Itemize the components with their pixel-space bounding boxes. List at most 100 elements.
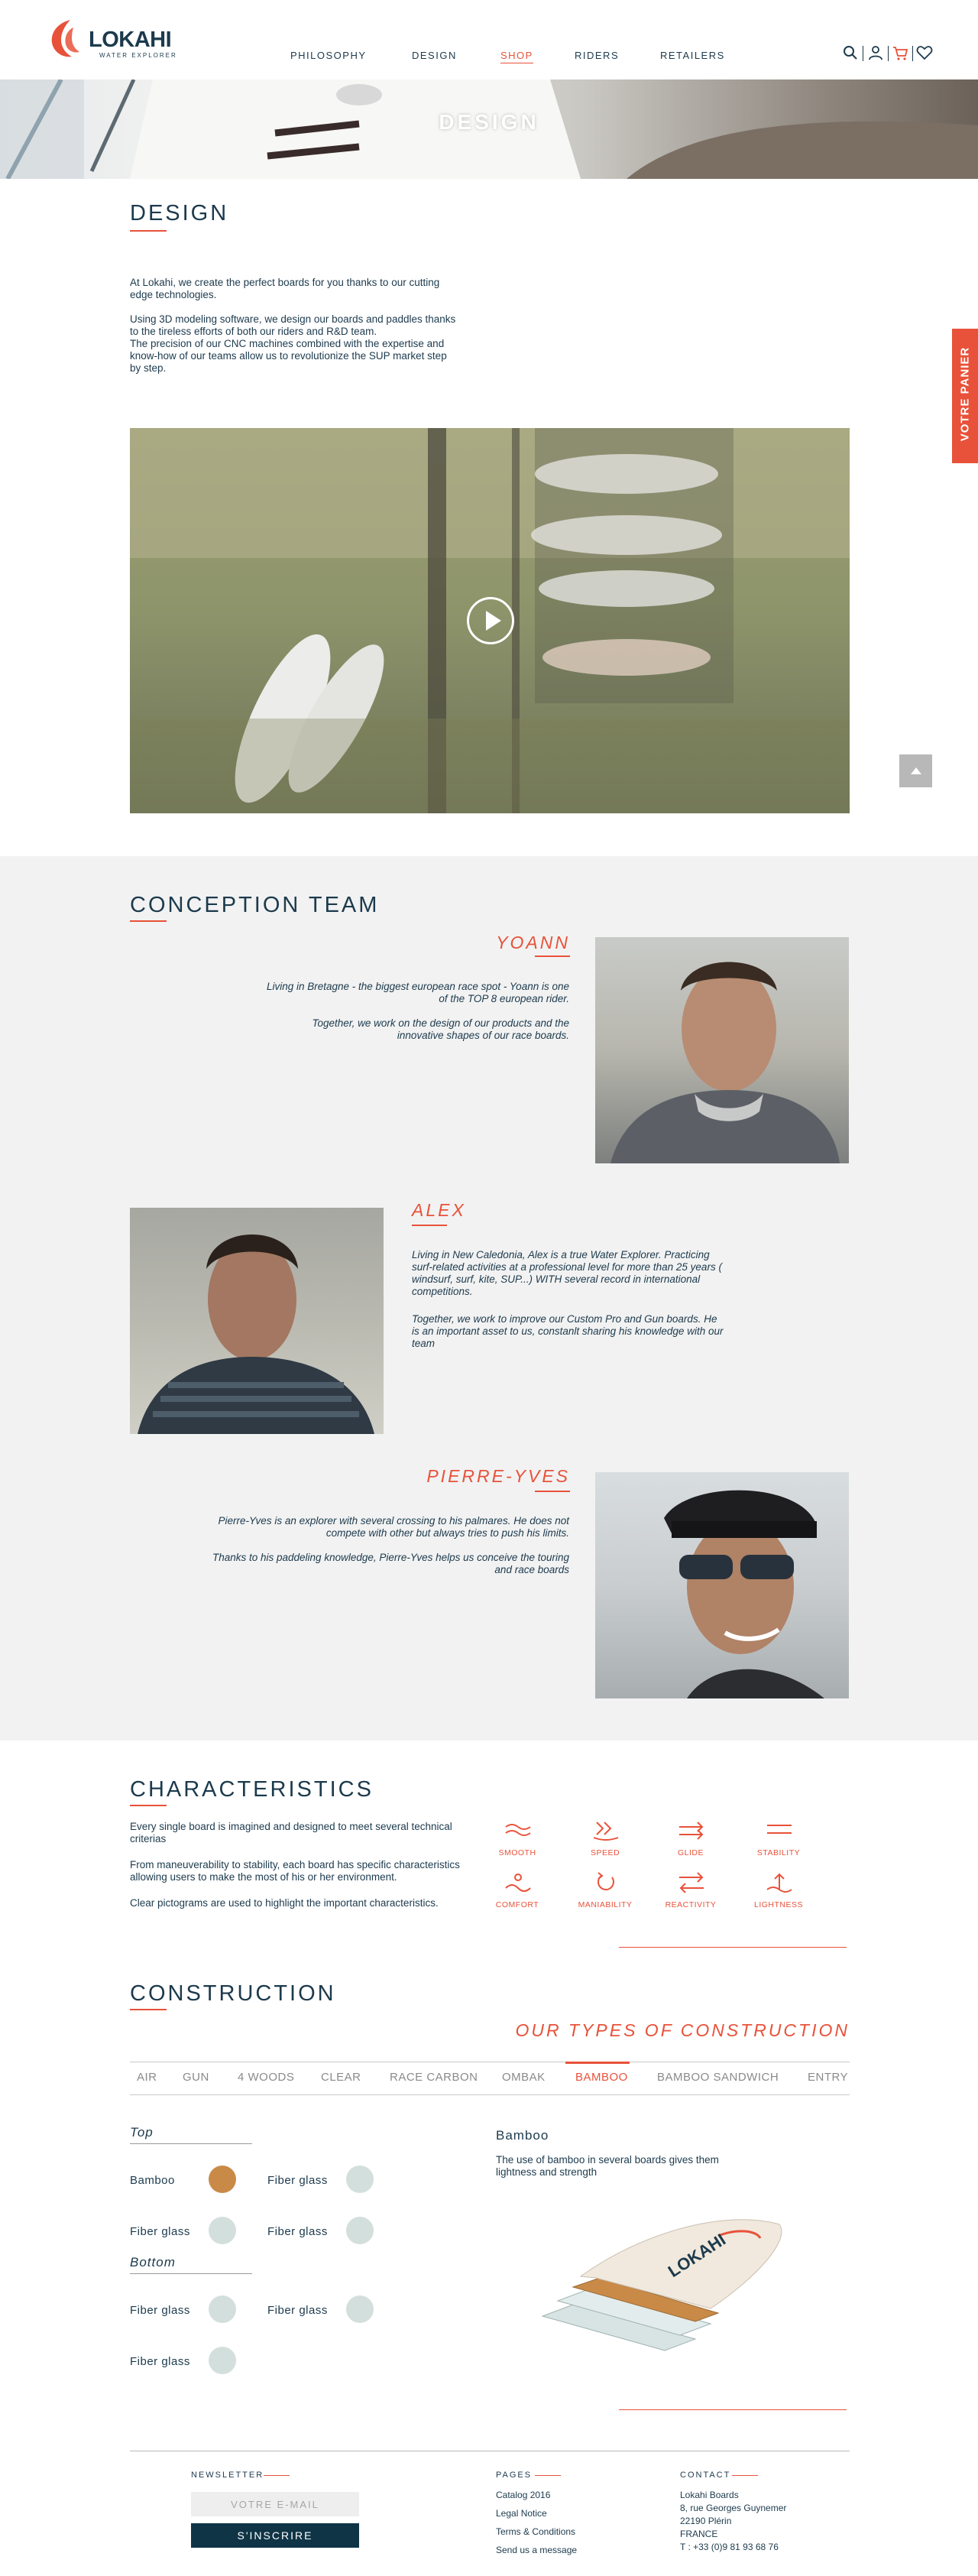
footer-link-legal[interactable]: Legal Notice [496,2507,547,2520]
lightness-icon [766,1873,792,1893]
char-comfort[interactable]: COMFORT [487,1870,548,1913]
fiber-glass-swatch [209,2347,236,2374]
title-underline [130,1805,167,1806]
tab-entry[interactable]: ENTRY [808,2071,848,2084]
tab-4-woods[interactable]: 4 WOODS [238,2071,294,2084]
characteristics-paragraph: Every single board is imagined and desig… [130,1821,452,1844]
brand-name: LOKAHI [89,28,172,52]
design-paragraph: The precision of our CNC machines combin… [130,338,447,374]
tab-gun[interactable]: GUN [183,2071,209,2084]
footer-heading-underline [535,2475,561,2476]
char-glide[interactable]: GLIDE [660,1818,721,1861]
user-icon[interactable] [867,44,884,61]
play-button[interactable] [467,597,514,644]
tab-air[interactable]: AIR [137,2071,157,2084]
member-bio: Together, we work on the design of our p… [312,1017,569,1041]
section-divider [619,1947,847,1948]
design-video[interactable] [130,428,850,813]
layer-label: Fiber glass [267,2174,328,2187]
team-title: CONCEPTION TEAM [130,893,380,917]
fiber-glass-swatch [209,2217,236,2244]
site-header: LOKAHI WATER EXPLORER PHILOSOPHY DESIGN … [0,0,978,79]
member-bio: Pierre-Yves is an explorer with several … [218,1515,569,1539]
tab-clear[interactable]: CLEAR [321,2071,361,2084]
characteristics-paragraph: Clear pictograms are used to highlight t… [130,1897,439,1909]
layer-label: Fiber glass [130,2225,190,2238]
subscribe-button[interactable]: S'INSCRIRE [191,2523,359,2548]
name-underline [535,1491,570,1492]
speed-icon [593,1822,619,1841]
heading-underline [130,2143,252,2144]
scroll-to-top-button[interactable] [899,754,932,787]
footer-link-contact[interactable]: Send us a message [496,2544,577,2557]
construction-detail-title: Bamboo [496,2128,549,2143]
characteristics-paragraph: From maneuverability to stability, each … [130,1859,460,1883]
tabs-bottom-line [130,2094,850,2095]
title-underline [130,2009,167,2010]
char-label: GLIDE [677,1848,704,1857]
char-smooth[interactable]: SMOOTH [487,1818,548,1861]
footer-link-terms[interactable]: Terms & Conditions [496,2526,575,2539]
tab-race-carbon[interactable]: RACE CARBON [390,2071,478,2084]
char-speed[interactable]: SPEED [575,1818,636,1861]
design-title: DESIGN [130,201,229,225]
search-icon[interactable] [842,44,859,61]
newsletter-title: NEWSLETTER [191,2471,264,2480]
layer-label: Fiber glass [130,2304,190,2317]
hero-banner: DESIGN [0,79,978,179]
member-name-pierre-yves: PIERRE-YVES [426,1466,570,1486]
title-underline [130,920,167,922]
top-layers-heading: Top [130,2125,154,2140]
maniability-icon [597,1872,614,1890]
fiber-glass-swatch [346,2166,374,2193]
heading-underline [130,2273,252,2274]
char-stability[interactable]: STABILITY [748,1818,809,1861]
header-divider [912,46,913,61]
char-label: LIGHTNESS [753,1900,803,1909]
char-label: STABILITY [756,1848,801,1857]
char-label: SPEED [590,1848,620,1857]
contact-phone: T : +33 (0)9 81 93 68 76 [680,2542,779,2552]
bottom-layers-heading: Bottom [130,2255,176,2269]
contact-line: Lokahi Boards [680,2490,739,2500]
tab-bamboo[interactable]: BAMBOO [575,2071,628,2084]
nav-design[interactable]: DESIGN [412,50,457,61]
construction-subtitle: OUR TYPES OF CONSTRUCTION [515,2020,850,2040]
heart-icon[interactable] [916,44,933,61]
char-label: REACTIVITY [665,1900,717,1909]
char-lightness[interactable]: LIGHTNESS [748,1870,809,1913]
newsletter-email-input[interactable] [191,2492,359,2516]
brand-logo[interactable]: LOKAHI WATER EXPLORER [47,17,177,63]
char-maniability[interactable]: MANIABILITY [575,1870,636,1913]
member-name-alex: ALEX [412,1200,466,1220]
contact-line: FRANCE [680,2529,718,2539]
tab-bamboo-sandwich[interactable]: BAMBOO SANDWICH [657,2071,779,2084]
nav-riders[interactable]: RIDERS [575,50,619,61]
nav-retailers[interactable]: RETAILERS [660,50,725,61]
fiber-glass-swatch [346,2295,374,2323]
pages-title: PAGES [496,2471,533,2480]
nav-philosophy[interactable]: PHILOSOPHY [290,50,367,61]
smooth-icon [505,1824,531,1836]
nav-shop[interactable]: SHOP [500,50,533,63]
layer-label: Fiber glass [130,2355,190,2368]
stability-icon [767,1825,792,1834]
member-name-yoann: YOANN [496,933,570,952]
footer-link-catalog[interactable]: Catalog 2016 [496,2489,550,2502]
layer-label: Fiber glass [267,2304,328,2317]
char-reactivity[interactable]: REACTIVITY [660,1870,721,1913]
brand-tagline: WATER EXPLORER [99,52,177,59]
design-paragraph: Using 3D modeling software, we design ou… [130,313,456,337]
bamboo-swatch [209,2166,236,2193]
char-label: MANIABILITY [578,1900,633,1909]
cart-side-tab[interactable]: VOTRE PANIER [952,329,978,463]
cart-icon[interactable] [892,44,908,61]
tab-ombak[interactable]: OMBAK [502,2071,546,2084]
member-photo-pierre-yves [595,1472,849,1698]
footer-heading-underline [264,2475,290,2476]
char-label: COMFORT [495,1900,539,1909]
section-divider [619,2409,847,2410]
member-bio: Thanks to his paddeling knowledge, Pierr… [212,1552,569,1575]
cart-side-tab-label: VOTRE PANIER [958,346,972,442]
header-divider [888,46,889,61]
